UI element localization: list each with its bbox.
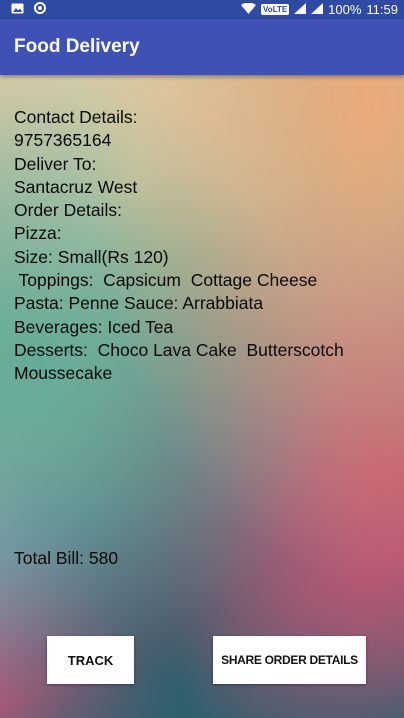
deliver-to-label: Deliver To:	[14, 153, 97, 174]
contact-details-label: Contact Details:	[14, 107, 138, 127]
battery-level: 100%	[328, 2, 362, 17]
app-screen: VoLTE 100% 11:59 Food Delivery Contact D…	[0, 0, 404, 718]
order-summary-panel: Contact Details: 9757365164 Deliver To: …	[0, 75, 404, 718]
contact-number: 9757365164	[14, 130, 112, 151]
signal-secondary-icon	[311, 2, 324, 17]
desserts-details: Desserts: Choco Lava Cake Butterscotch M…	[14, 339, 349, 384]
app-title: Food Delivery	[14, 36, 140, 57]
clock: 11:59	[366, 2, 398, 17]
circle-notification-icon	[34, 2, 46, 17]
status-bar: VoLTE 100% 11:59	[0, 0, 404, 19]
order-details-text: Contact Details: 9757365164 Deliver To: …	[14, 106, 394, 386]
delivery-address: Santacruz West	[14, 176, 138, 197]
total-bill: Total Bill: 580	[14, 548, 119, 568]
pizza-size: Size: Small(Rs 120)	[14, 246, 169, 267]
volte-badge: VoLTE	[261, 4, 290, 15]
app-bar: Food Delivery	[0, 19, 404, 75]
pasta-details: Pasta: Penne Sauce: Arrabbiata	[14, 293, 264, 314]
beverages-details: Beverages: Iced Tea	[14, 316, 174, 337]
pizza-toppings: Toppings: Capsicum Cottage Cheese	[14, 270, 318, 291]
signal-icon	[294, 2, 307, 17]
share-order-details-button[interactable]: SHARE ORDER DETAILS	[213, 636, 366, 684]
pizza-label: Pizza:	[14, 223, 62, 244]
order-details-label: Order Details:	[14, 200, 122, 221]
track-button[interactable]: TRACK	[47, 636, 134, 684]
wifi-icon	[241, 2, 257, 17]
image-icon	[11, 2, 24, 17]
